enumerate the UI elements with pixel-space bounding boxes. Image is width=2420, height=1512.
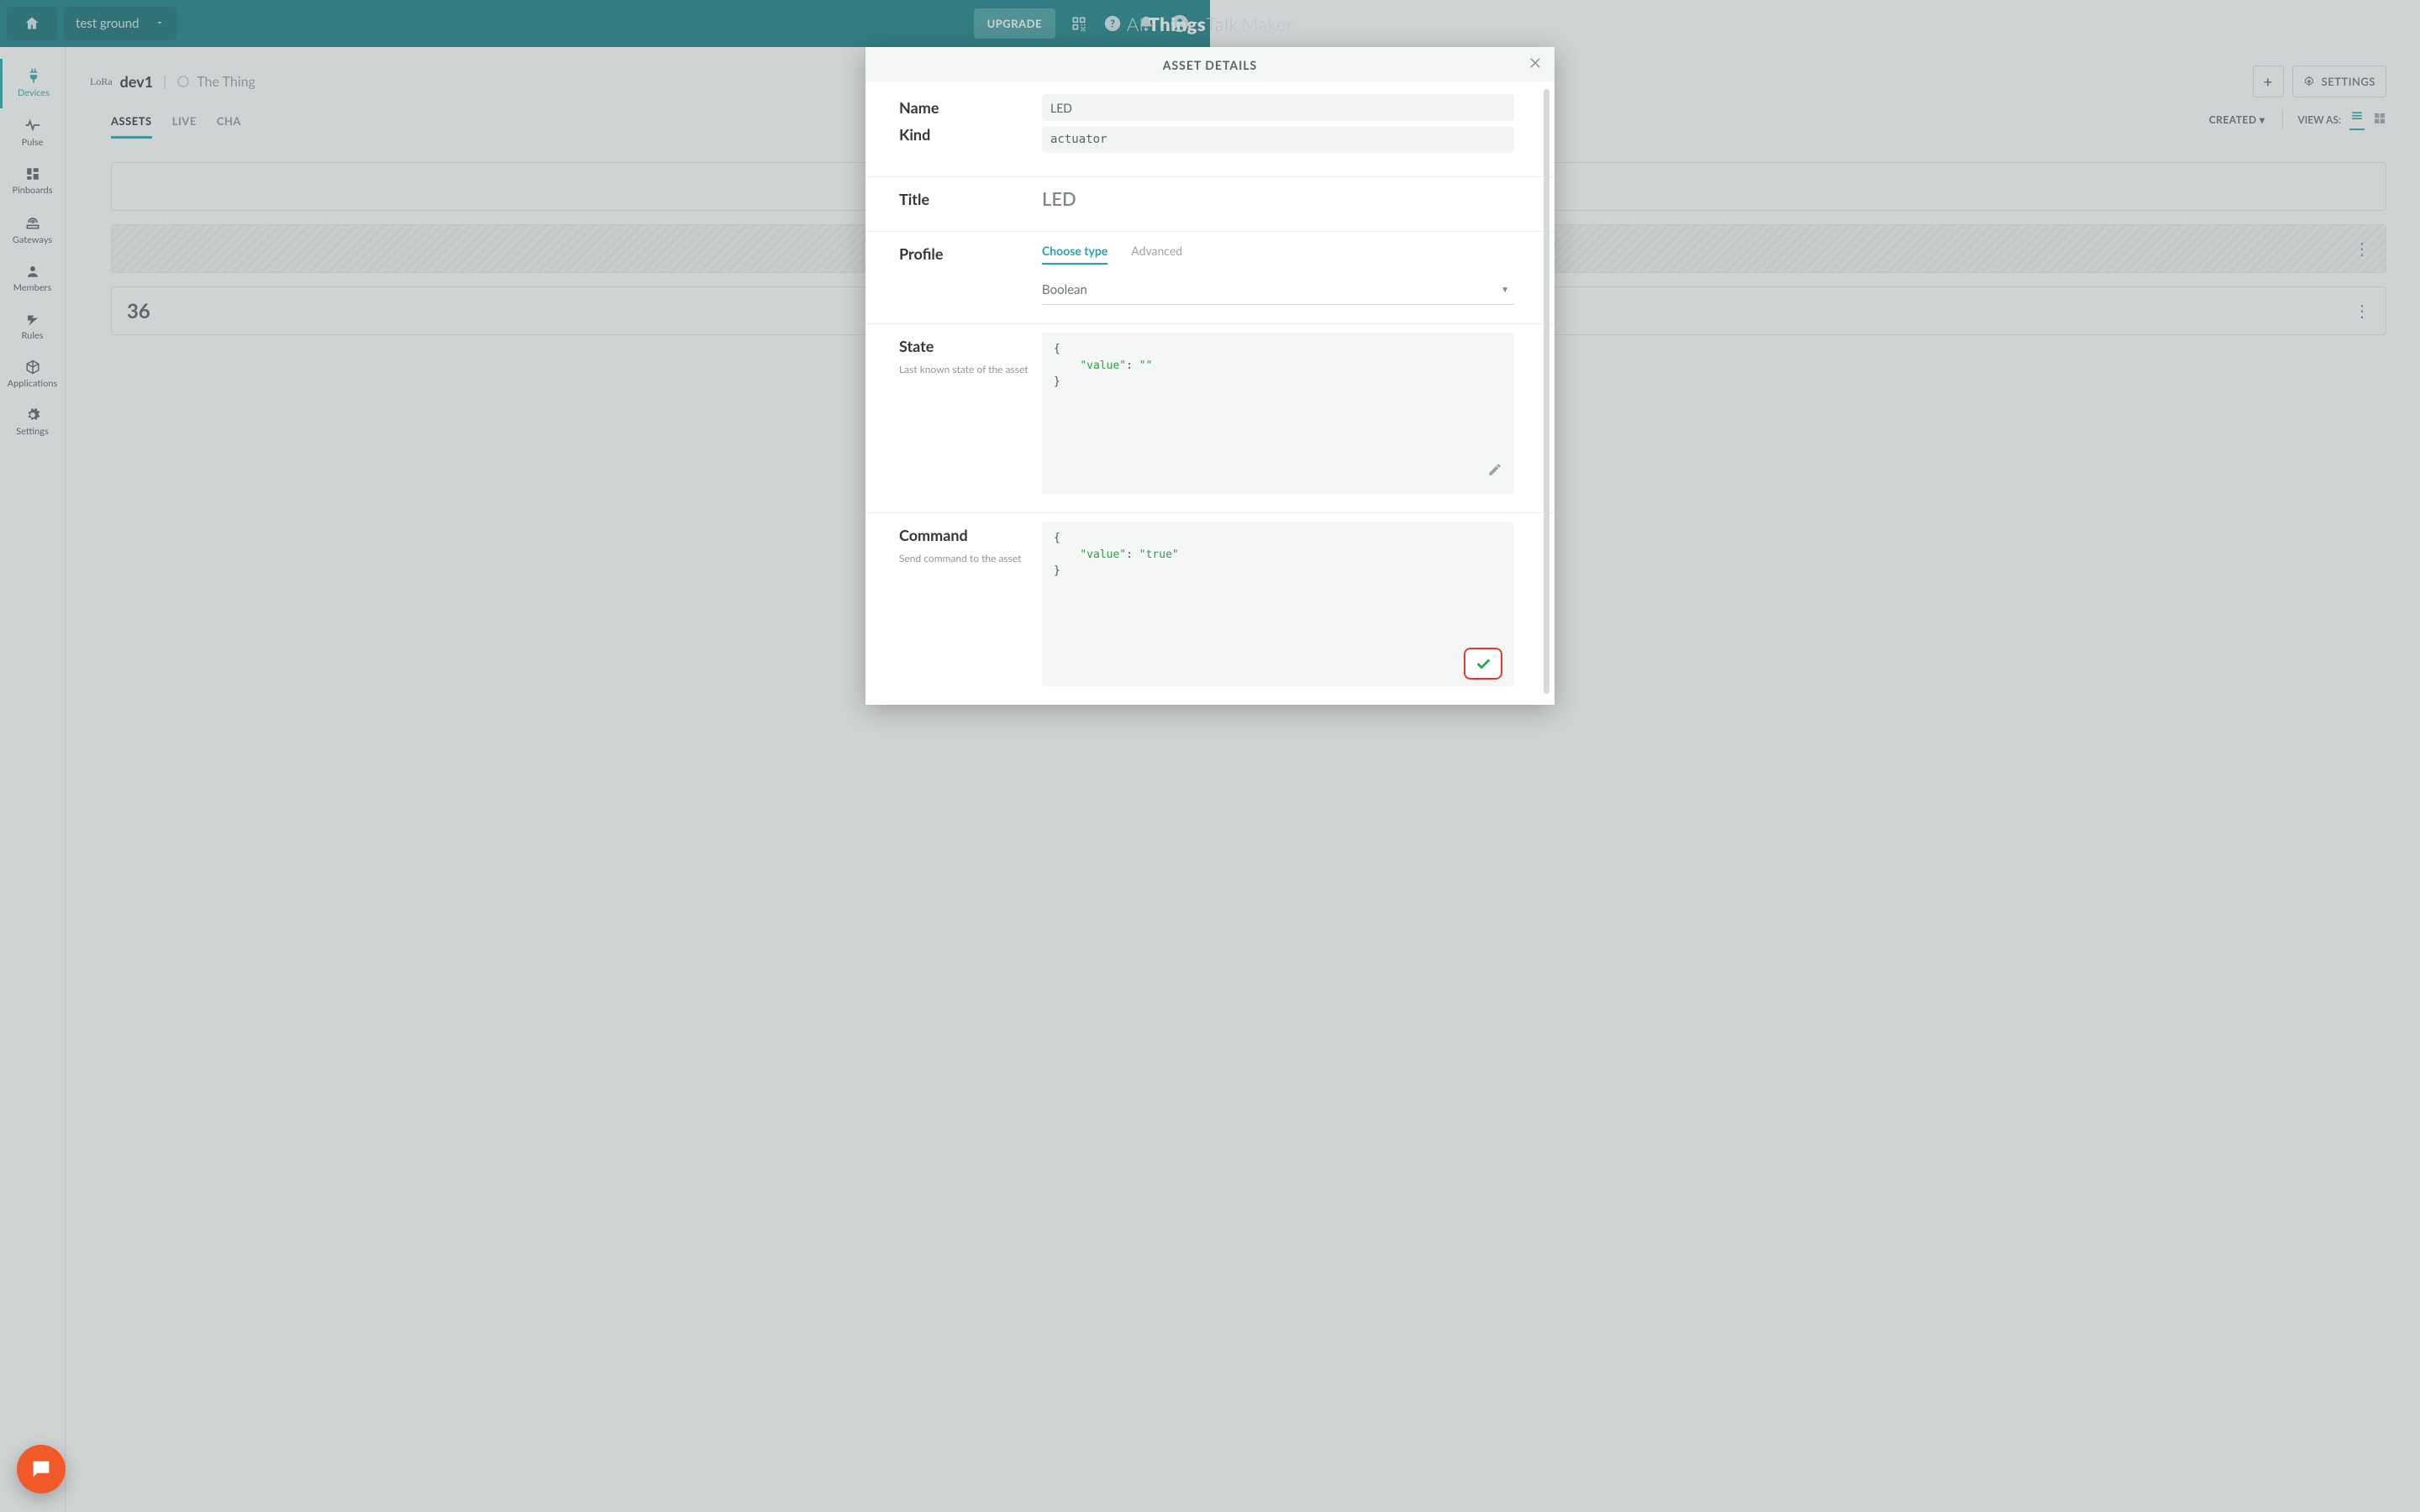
intercom-chat-button[interactable] — [17, 1445, 66, 1494]
title-value[interactable]: LED — [1042, 186, 1514, 210]
command-label: Command — [899, 522, 1042, 549]
check-icon — [1474, 654, 1492, 673]
kind-field: actuator — [1042, 126, 1514, 153]
name-label: Name — [899, 94, 1042, 121]
command-json[interactable]: { "value": "true"} — [1042, 522, 1514, 686]
command-sub: Send command to the asset — [899, 552, 1042, 564]
chat-icon — [29, 1457, 53, 1481]
state-json: { "value": ""} — [1042, 333, 1514, 494]
modal-title: ASSET DETAILS — [1163, 58, 1257, 72]
scrollbar[interactable] — [1544, 89, 1549, 694]
title-label: Title — [899, 186, 1042, 213]
asset-details-modal: ASSET DETAILS Name Kind LED actuator Tit… — [865, 47, 1555, 705]
edit-state-icon[interactable] — [1487, 462, 1502, 483]
name-field: LED — [1042, 94, 1514, 121]
profile-subtabs: Choose type Advanced — [1042, 244, 1514, 265]
profile-tab-advanced[interactable]: Advanced — [1131, 244, 1182, 265]
send-command-button[interactable] — [1464, 648, 1502, 680]
state-label: State — [899, 333, 1042, 360]
close-icon[interactable] — [1528, 55, 1543, 73]
profile-label: Profile — [899, 240, 1042, 267]
triangle-down-icon: ▼ — [1501, 285, 1509, 295]
profile-tab-choose-type[interactable]: Choose type — [1042, 244, 1107, 265]
modal-header: ASSET DETAILS — [865, 47, 1555, 82]
kind-label: Kind — [899, 121, 1042, 148]
state-sub: Last known state of the asset — [899, 363, 1042, 375]
profile-type-select[interactable]: Boolean ▼ — [1042, 275, 1514, 305]
